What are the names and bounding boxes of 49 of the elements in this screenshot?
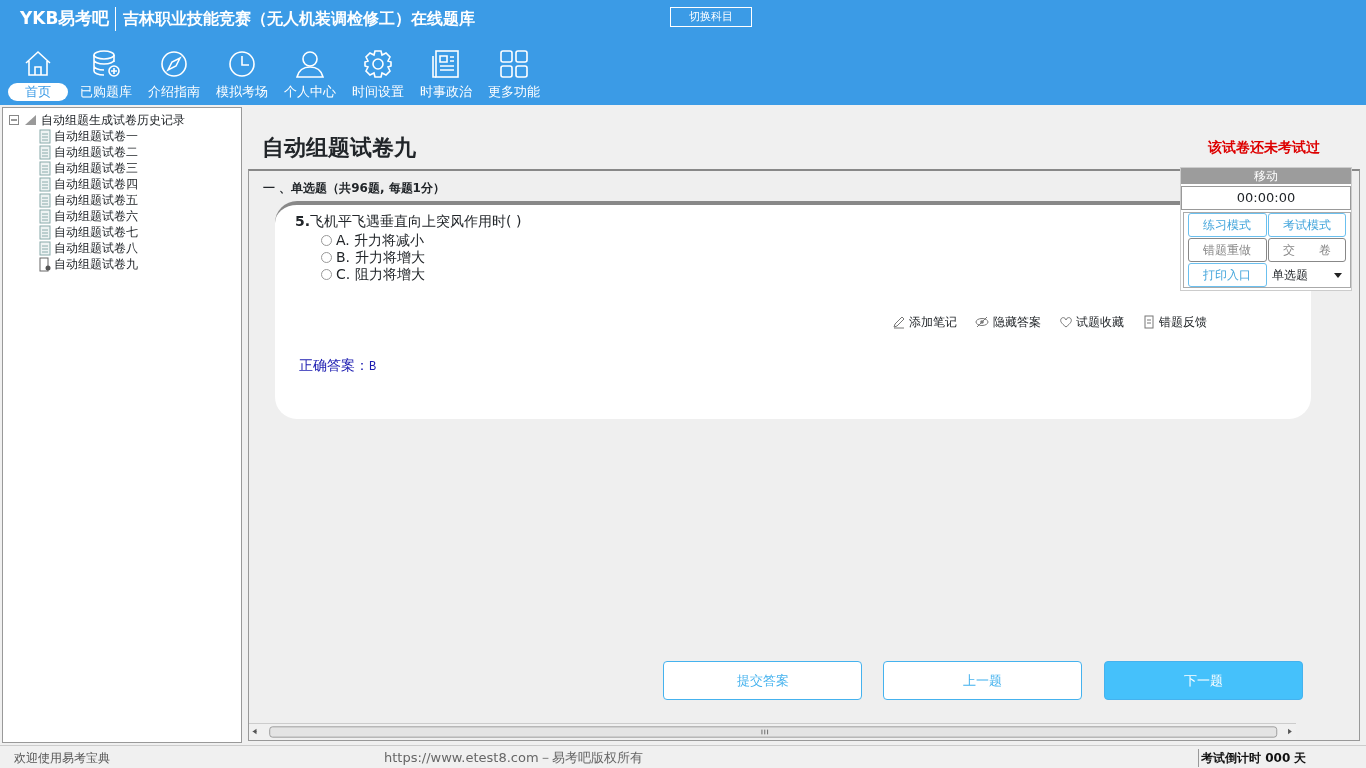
paper-title: 自动组题试卷九 bbox=[262, 134, 416, 162]
database-icon[interactable] bbox=[90, 48, 122, 80]
tool-link[interactable]: 添加笔记 bbox=[909, 313, 958, 331]
tree-item[interactable]: 自动组题试卷四 bbox=[54, 176, 139, 192]
horizontal-scrollbar[interactable] bbox=[249, 723, 1296, 740]
collapse-icon[interactable] bbox=[9, 114, 20, 126]
tree-item[interactable]: 自动组题试卷八 bbox=[54, 240, 139, 256]
question-text: 飞机平飞遇垂直向上突风作用时( ) bbox=[310, 213, 522, 229]
tree-item[interactable]: 自动组题试卷九 bbox=[54, 256, 139, 272]
tree-item[interactable]: 自动组题试卷五 bbox=[54, 192, 139, 208]
tree-item[interactable]: 自动组题试卷二 bbox=[54, 144, 139, 160]
exam-status: 该试卷还未考试过 bbox=[1208, 138, 1320, 157]
news-icon[interactable] bbox=[430, 48, 462, 80]
question-number: 5. bbox=[295, 213, 311, 229]
tool-link[interactable]: 错题反馈 bbox=[1159, 313, 1207, 331]
clock-icon[interactable] bbox=[226, 48, 258, 80]
tree-item[interactable]: 自动组题试卷三 bbox=[54, 160, 139, 176]
section-heading: 一 、单选题（共96题, 每题1分） bbox=[263, 180, 445, 197]
answer-option[interactable]: A. 升力将减小 bbox=[336, 232, 425, 249]
answer-option[interactable]: B. 升力将增大 bbox=[336, 249, 425, 266]
radio-button[interactable] bbox=[321, 235, 332, 246]
doc-icon[interactable] bbox=[1141, 315, 1156, 329]
tree-item[interactable]: 自动组题试卷七 bbox=[54, 224, 139, 240]
tool-link[interactable]: 隐藏答案 bbox=[992, 313, 1041, 331]
dropdown-caret-icon bbox=[1334, 272, 1342, 278]
pencil-icon[interactable] bbox=[892, 315, 906, 329]
question-type-select[interactable]: 单选题 bbox=[1267, 263, 1346, 287]
tool-link[interactable]: 试题收藏 bbox=[1075, 313, 1124, 331]
eye-icon[interactable] bbox=[975, 315, 990, 329]
user-icon[interactable] bbox=[294, 48, 326, 80]
heart-icon[interactable] bbox=[1058, 315, 1073, 329]
radio-button[interactable] bbox=[321, 252, 332, 263]
answer-label: 正确答案： bbox=[299, 357, 369, 373]
tree-item[interactable]: 自动组题试卷六 bbox=[54, 208, 139, 224]
timer-display: 00:00:00 bbox=[1181, 186, 1351, 210]
triangle-icon bbox=[23, 114, 38, 126]
answer-option[interactable]: C. 阻力将增大 bbox=[336, 266, 425, 283]
radio-button[interactable] bbox=[321, 269, 332, 280]
app-logo: YKB易考吧 bbox=[20, 7, 110, 31]
gear-icon[interactable] bbox=[362, 48, 394, 80]
welcome-text: 欢迎使用易考宝典 bbox=[14, 750, 110, 767]
app-title: 吉林职业技能竞赛（无人机装调检修工）在线题库 bbox=[115, 7, 476, 31]
tree-item[interactable]: 自动组题试卷一 bbox=[54, 128, 139, 144]
answer-value: B bbox=[369, 360, 377, 374]
exam-countdown: 考试倒计时 000 天 bbox=[1198, 749, 1307, 767]
copyright-text: https://www.etest8.com－易考吧版权所有 bbox=[384, 749, 643, 767]
grid-icon[interactable] bbox=[498, 48, 530, 80]
tree-root-label[interactable]: 自动组题生成试卷历史记录 bbox=[40, 112, 185, 128]
compass-icon[interactable] bbox=[158, 48, 190, 80]
